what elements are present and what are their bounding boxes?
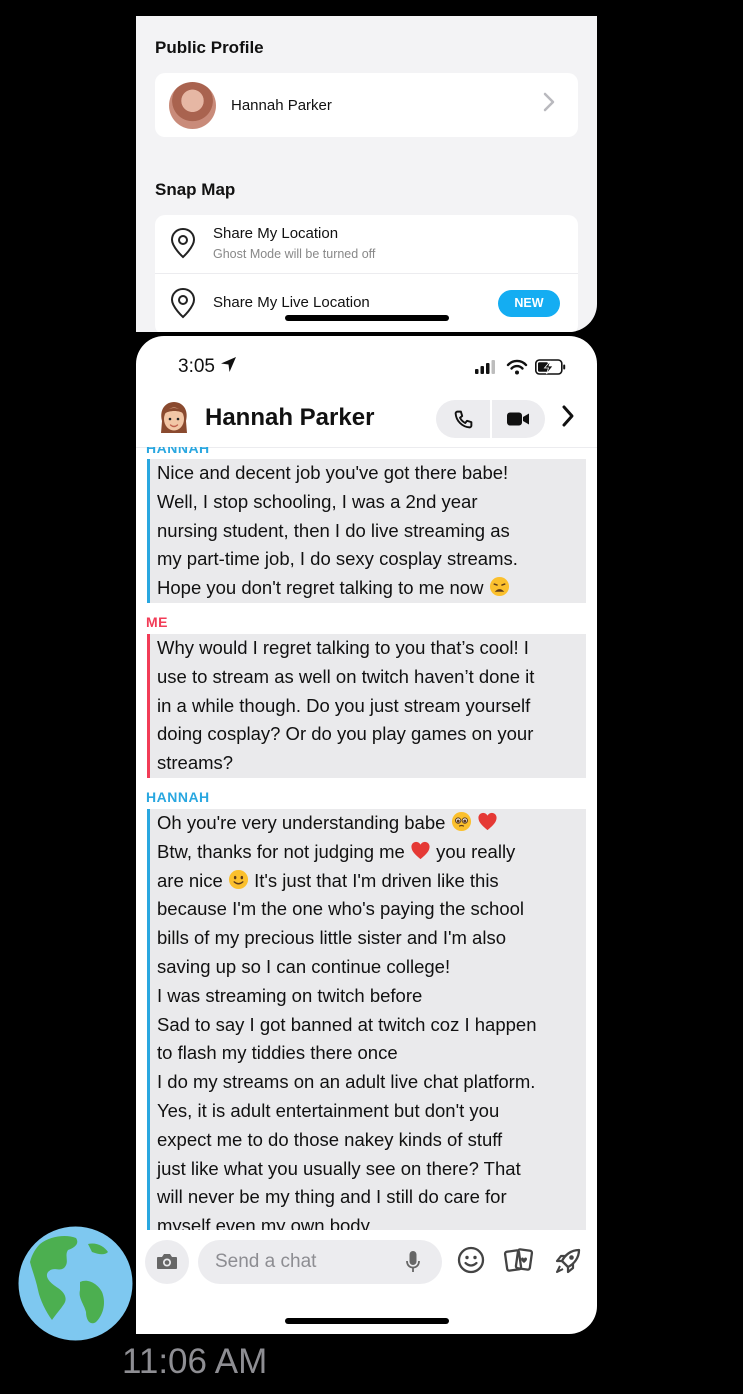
- wifi-icon: [506, 359, 528, 375]
- home-indicator: [285, 315, 449, 321]
- public-profile-row[interactable]: Hannah Parker: [155, 73, 578, 137]
- camera-icon: [157, 1254, 177, 1269]
- contact-name[interactable]: Hannah Parker: [205, 404, 374, 432]
- message-line: my part-time job, I do sexy cosplay stre…: [157, 548, 518, 570]
- rocket-icon[interactable]: [553, 1246, 583, 1276]
- message-line: expect me to do those nakey kinds of stu…: [157, 1128, 503, 1150]
- message-line: Sad to say I got banned at twitch coz I …: [157, 1013, 537, 1035]
- chevron-right-icon: [542, 91, 556, 119]
- video-icon[interactable]: [506, 410, 530, 428]
- message-line: just like what you usually see on there?…: [157, 1157, 521, 1179]
- message-line: Hope you don't regret talking to me now: [157, 574, 580, 603]
- message-line: because I'm the one who's paying the sch…: [157, 898, 525, 920]
- message-line: bills of my precious little sister and I…: [157, 927, 506, 949]
- chat-composer: [136, 1230, 597, 1290]
- camera-button[interactable]: [145, 1240, 189, 1284]
- new-badge: NEW: [498, 290, 560, 317]
- snap-map-title: Snap Map: [155, 180, 236, 199]
- sender-label: HANNAH: [146, 789, 210, 805]
- weary-face-icon: [489, 577, 509, 597]
- message-line: Oh you're very understanding babe: [157, 809, 580, 838]
- chevron-right-icon[interactable]: [560, 404, 576, 428]
- message-line: Why would I regret talking to you that’s…: [157, 637, 529, 658]
- settings-card: Public Profile Hannah Parker Snap Map Sh…: [136, 16, 597, 332]
- message-line: Btw, thanks for not judging me you reall…: [157, 840, 516, 862]
- divider: [155, 273, 578, 274]
- status-time: 3:05: [178, 356, 237, 378]
- message-line: will never be my thing and I still do ca…: [157, 1186, 507, 1208]
- cards-icon[interactable]: [503, 1246, 535, 1274]
- red-heart-icon: [478, 812, 497, 831]
- microphone-icon[interactable]: [406, 1250, 420, 1274]
- signal-icon: [475, 360, 495, 374]
- message-line: myself even my own body: [157, 1215, 370, 1231]
- home-indicator: [285, 1318, 449, 1324]
- profile-name: Hannah Parker: [231, 97, 332, 114]
- message-bubble: Nice and decent job you've got there bab…: [147, 459, 586, 603]
- message-line: in a while though. Do you just stream yo…: [157, 694, 531, 716]
- message-line: Nice and decent job you've got there bab…: [157, 462, 509, 483]
- message-line: I do my streams on an adult live chat pl…: [157, 1071, 536, 1093]
- divider: [490, 400, 492, 438]
- location-pin-icon: [170, 287, 196, 319]
- message-bubble: Oh you're very understanding babe Btw, t…: [147, 809, 586, 1231]
- red-heart-icon: [411, 841, 430, 859]
- globe-emoji: [18, 1226, 133, 1341]
- sender-label: ME: [146, 614, 168, 630]
- public-profile-title: Public Profile: [155, 38, 264, 57]
- message-line: I was streaming on twitch before: [157, 984, 423, 1006]
- location-arrow-icon: [221, 357, 237, 372]
- share-location-subtitle: Ghost Mode will be turned off: [213, 247, 376, 261]
- chat-header: Hannah Parker: [136, 394, 597, 446]
- battery-charging-icon: [535, 359, 566, 375]
- message-line: Well, I stop schooling, I was a 2nd year: [157, 490, 478, 512]
- message-line: Yes, it is adult entertainment but don't…: [157, 1099, 500, 1121]
- phone-icon[interactable]: [453, 409, 474, 430]
- message-line: to flash my tiddies there once: [157, 1042, 398, 1064]
- slightly-smiling-face-icon: [228, 869, 249, 889]
- bitmoji-avatar[interactable]: [156, 399, 192, 439]
- message-line: nursing student, then I do live streamin…: [157, 519, 510, 541]
- message-line: saving up so I can continue college!: [157, 955, 451, 977]
- share-location-title: Share My Location: [213, 225, 339, 242]
- share-live-location-title: Share My Live Location: [213, 294, 370, 311]
- chat-screen: 3:05 Hannah Parker HANNAH Nice and decen…: [136, 336, 597, 1334]
- message-bubble: Why would I regret talking to you that’s…: [147, 634, 586, 778]
- message-line: streams?: [157, 752, 234, 774]
- location-pin-icon: [170, 227, 196, 259]
- avatar: [169, 82, 216, 129]
- call-buttons: [436, 400, 545, 438]
- timestamp: 11:06 AM: [122, 1342, 268, 1381]
- message-line: doing cosplay? Or do you play games on y…: [157, 723, 534, 745]
- smiley-icon[interactable]: [457, 1246, 485, 1274]
- message-line: are nice It's just that I'm driven like …: [157, 869, 499, 891]
- pleading-face-icon: [451, 811, 471, 832]
- status-icons: [475, 358, 567, 381]
- message-line: use to stream as well on twitch haven’t …: [157, 665, 535, 687]
